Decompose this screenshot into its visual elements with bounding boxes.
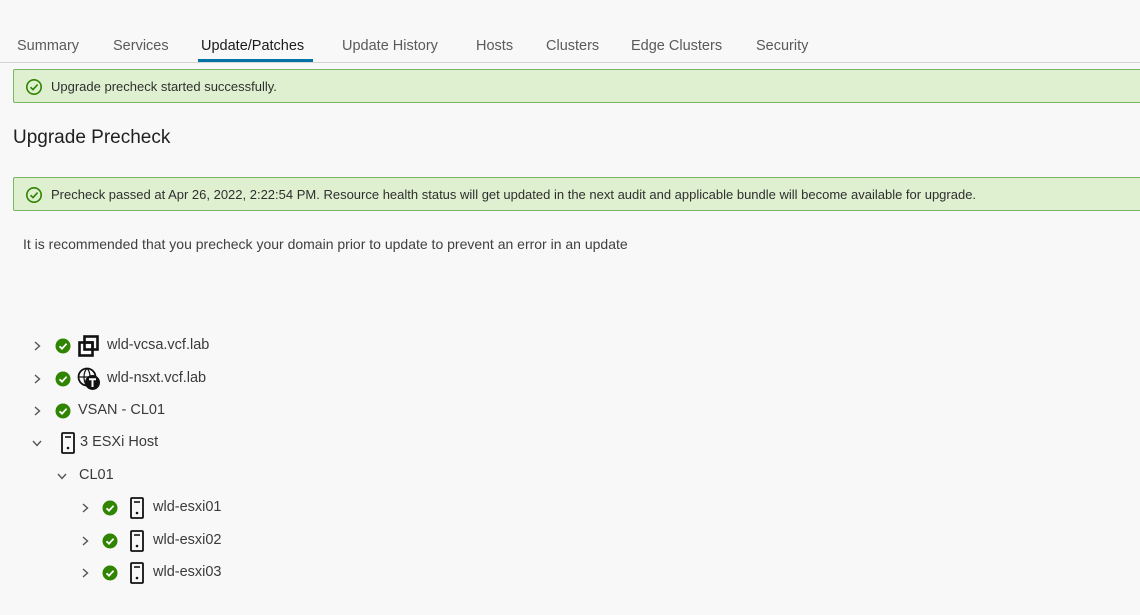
page-title: Upgrade Precheck <box>13 127 171 148</box>
chevron-right-icon[interactable] <box>30 339 44 353</box>
success-status-icon <box>55 403 71 419</box>
tree-item-label: wld-esxi02 <box>153 532 222 548</box>
chevron-right-icon[interactable] <box>78 501 92 515</box>
tree-item-label: CL01 <box>79 467 114 483</box>
tab-bar: Summary Services Update/Patches Update H… <box>0 28 1140 63</box>
nsx-t-icon <box>77 367 100 390</box>
tab-summary[interactable]: Summary <box>17 38 79 62</box>
tree-item-label: wld-esxi01 <box>153 499 222 515</box>
precheck-passed-alert: Precheck passed at Apr 26, 2022, 2:22:54… <box>13 177 1140 211</box>
host-icon <box>130 562 144 584</box>
tree-row-vsan[interactable]: VSAN - CL01 <box>30 399 330 423</box>
tab-clusters[interactable]: Clusters <box>546 38 599 62</box>
success-status-icon <box>102 500 118 516</box>
tree-item-label: VSAN - CL01 <box>78 402 166 418</box>
chevron-down-icon[interactable] <box>30 436 44 450</box>
host-icon <box>130 530 144 552</box>
tab-hosts[interactable]: Hosts <box>476 38 513 62</box>
success-check-icon <box>26 187 42 203</box>
tree-row-nsxt[interactable]: wld-nsxt.vcf.lab <box>30 367 330 391</box>
recommendation-text: It is recommended that you precheck your… <box>23 236 628 252</box>
chevron-right-icon[interactable] <box>30 404 44 418</box>
chevron-right-icon[interactable] <box>78 566 92 580</box>
chevron-right-icon[interactable] <box>30 372 44 386</box>
tab-update-history[interactable]: Update History <box>342 38 438 62</box>
vcenter-icon <box>78 335 99 357</box>
host-icon <box>61 432 75 454</box>
success-status-icon <box>102 565 118 581</box>
tab-edge-clusters[interactable]: Edge Clusters <box>631 38 722 62</box>
tree-item-label: wld-vcsa.vcf.lab <box>107 337 210 353</box>
tab-security[interactable]: Security <box>756 38 808 62</box>
tree-row-host[interactable]: wld-esxi02 <box>78 529 328 553</box>
active-tab-indicator <box>198 59 313 62</box>
tree-item-label: 3 ESXi Host <box>80 434 159 450</box>
chevron-down-icon[interactable] <box>55 469 69 483</box>
tree-row-esxi-group[interactable]: 3 ESXi Host <box>30 431 330 455</box>
tree-row-cluster[interactable]: CL01 <box>55 464 255 488</box>
success-status-icon <box>55 371 71 387</box>
tree-row-host[interactable]: wld-esxi03 <box>78 561 328 585</box>
tree-item-label: wld-esxi03 <box>153 564 222 580</box>
precheck-started-alert: Upgrade precheck started successfully. <box>13 69 1140 103</box>
tab-services[interactable]: Services <box>113 38 169 62</box>
alert-message: Upgrade precheck started successfully. <box>51 79 277 94</box>
alert-message: Precheck passed at Apr 26, 2022, 2:22:54… <box>51 187 977 202</box>
success-check-icon <box>26 79 42 95</box>
tree-row-host[interactable]: wld-esxi01 <box>78 496 328 520</box>
success-status-icon <box>102 533 118 549</box>
chevron-right-icon[interactable] <box>78 534 92 548</box>
tree-row-vcenter[interactable]: wld-vcsa.vcf.lab <box>30 334 330 358</box>
tree-item-label: wld-nsxt.vcf.lab <box>107 370 207 386</box>
host-icon <box>130 497 144 519</box>
success-status-icon <box>55 338 71 354</box>
